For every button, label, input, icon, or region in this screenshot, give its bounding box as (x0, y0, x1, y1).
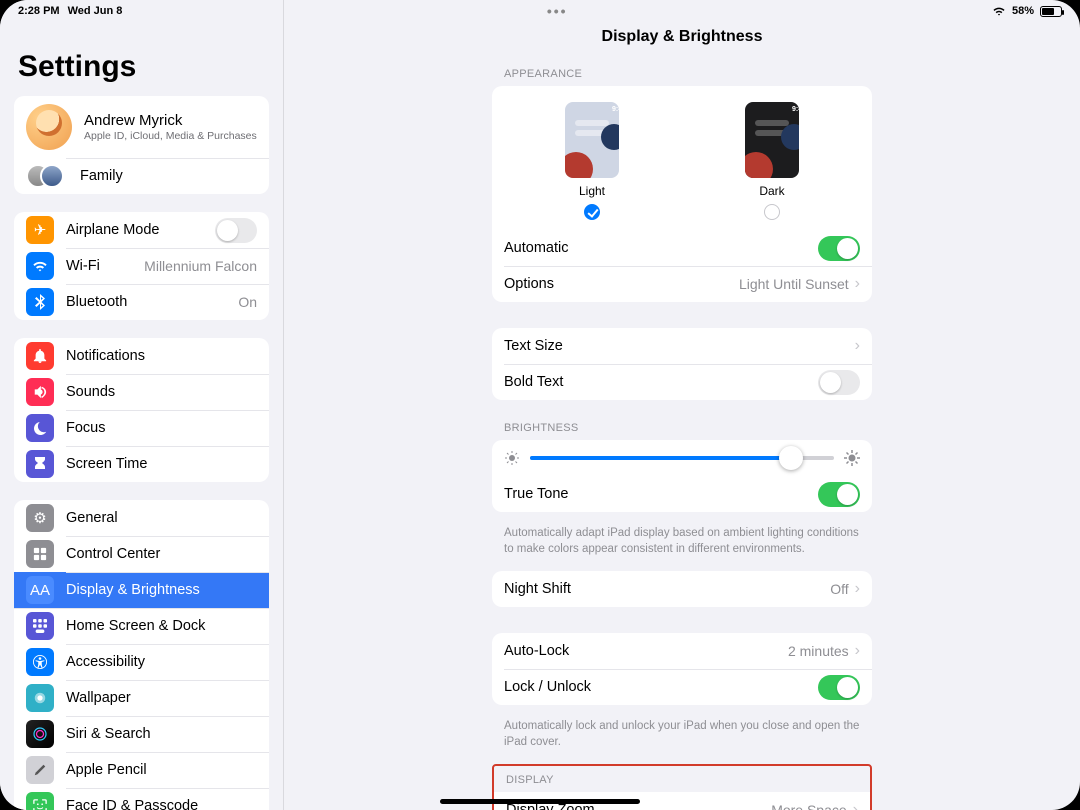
appearance-light[interactable]: 9:41 Light (565, 102, 619, 220)
status-time: 2:28 PM (18, 5, 60, 17)
chevron-right-icon: › (855, 642, 860, 660)
brightness-section-label: BRIGHTNESS (492, 422, 872, 440)
sidebar-item-notifications[interactable]: Notifications (14, 338, 269, 374)
true-tone-row[interactable]: True Tone (492, 476, 872, 512)
automatic-row[interactable]: Automatic (492, 230, 872, 266)
wallpaper-icon (26, 684, 54, 712)
bold-text-toggle[interactable] (818, 370, 860, 395)
sidebar-item-apple-pencil[interactable]: Apple Pencil (14, 752, 269, 788)
accessibility-icon (26, 648, 54, 676)
lock-unlock-toggle[interactable] (818, 675, 860, 700)
sidebar-title: Settings (14, 50, 269, 84)
chevron-right-icon: › (853, 801, 858, 810)
sidebar-item-face-id[interactable]: Face ID & Passcode (14, 788, 269, 810)
siri-icon (26, 720, 54, 748)
bold-text-row[interactable]: Bold Text (492, 364, 872, 400)
dark-radio[interactable] (764, 204, 780, 220)
auto-lock-row[interactable]: Auto-Lock 2 minutes › (492, 633, 872, 669)
airplane-toggle[interactable] (215, 218, 257, 243)
chevron-right-icon: › (855, 580, 860, 598)
sidebar-item-wallpaper[interactable]: Wallpaper (14, 680, 269, 716)
battery-percent: 58% (1012, 5, 1034, 17)
sidebar-item-screen-time[interactable]: Screen Time (14, 446, 269, 482)
airplane-icon: ✈ (26, 216, 54, 244)
text-size-icon: AA (26, 576, 54, 604)
sidebar-item-bluetooth[interactable]: Bluetooth On (14, 284, 269, 320)
account-card: Andrew Myrick Apple ID, iCloud, Media & … (14, 96, 269, 194)
automatic-toggle[interactable] (818, 236, 860, 261)
status-date: Wed Jun 8 (68, 5, 123, 17)
pencil-icon (26, 756, 54, 784)
bell-icon (26, 342, 54, 370)
grid-icon (26, 612, 54, 640)
sun-min-icon (504, 450, 520, 466)
battery-icon (1040, 6, 1062, 17)
sidebar-item-focus[interactable]: Focus (14, 410, 269, 446)
hourglass-icon (26, 450, 54, 478)
chevron-right-icon: › (855, 337, 860, 355)
moon-icon (26, 414, 54, 442)
sliders-icon (26, 540, 54, 568)
speaker-icon (26, 378, 54, 406)
brightness-slider[interactable] (530, 456, 834, 460)
account-name: Andrew Myrick (84, 112, 257, 130)
display-section-label: DISPLAY (494, 766, 870, 792)
sidebar-item-accessibility[interactable]: Accessibility (14, 644, 269, 680)
sidebar-item-sounds[interactable]: Sounds (14, 374, 269, 410)
options-row[interactable]: Options Light Until Sunset › (492, 266, 872, 302)
light-radio[interactable] (584, 204, 600, 220)
night-shift-row[interactable]: Night Shift Off › (492, 571, 872, 607)
sidebar-item-control-center[interactable]: Control Center (14, 536, 269, 572)
gear-icon: ⚙ (26, 504, 54, 532)
text-size-row[interactable]: Text Size › (492, 328, 872, 364)
appearance-dark[interactable]: 9:41 Dark (745, 102, 799, 220)
wifi-icon (992, 6, 1006, 16)
status-bar: 2:28 PM Wed Jun 8 ••• 58% (0, 0, 1080, 22)
lock-unlock-row[interactable]: Lock / Unlock (492, 669, 872, 705)
family-row[interactable]: Family (14, 158, 269, 194)
sidebar-item-general[interactable]: ⚙ General (14, 500, 269, 536)
multitask-dots-icon[interactable]: ••• (547, 3, 568, 19)
account-row[interactable]: Andrew Myrick Apple ID, iCloud, Media & … (14, 96, 269, 158)
sidebar-item-airplane-mode[interactable]: ✈ Airplane Mode (14, 212, 269, 248)
account-sub: Apple ID, iCloud, Media & Purchases (84, 130, 257, 143)
true-tone-toggle[interactable] (818, 482, 860, 507)
sidebar-item-home-screen[interactable]: Home Screen & Dock (14, 608, 269, 644)
sidebar-item-siri[interactable]: Siri & Search (14, 716, 269, 752)
sidebar: Settings Andrew Myrick Apple ID, iCloud,… (0, 0, 284, 810)
sidebar-item-wifi[interactable]: Wi-Fi Millennium Falcon (14, 248, 269, 284)
lock-unlock-footer: Automatically lock and unlock your iPad … (492, 713, 872, 764)
sun-max-icon (844, 450, 860, 466)
appearance-section-label: APPEARANCE (492, 68, 872, 86)
face-id-icon (26, 792, 54, 810)
true-tone-footer: Automatically adapt iPad display based o… (492, 520, 872, 571)
family-avatars-icon (26, 162, 72, 190)
home-indicator[interactable] (440, 799, 640, 804)
brightness-slider-row[interactable] (492, 440, 872, 476)
detail-pane: Display & Brightness APPEARANCE 9:41 Lig… (284, 0, 1080, 810)
avatar (26, 104, 72, 150)
page-title: Display & Brightness (284, 28, 1080, 46)
sidebar-item-display-brightness[interactable]: AA Display & Brightness (14, 572, 269, 608)
wifi-settings-icon (26, 252, 54, 280)
bluetooth-icon (26, 288, 54, 316)
chevron-right-icon: › (855, 275, 860, 293)
